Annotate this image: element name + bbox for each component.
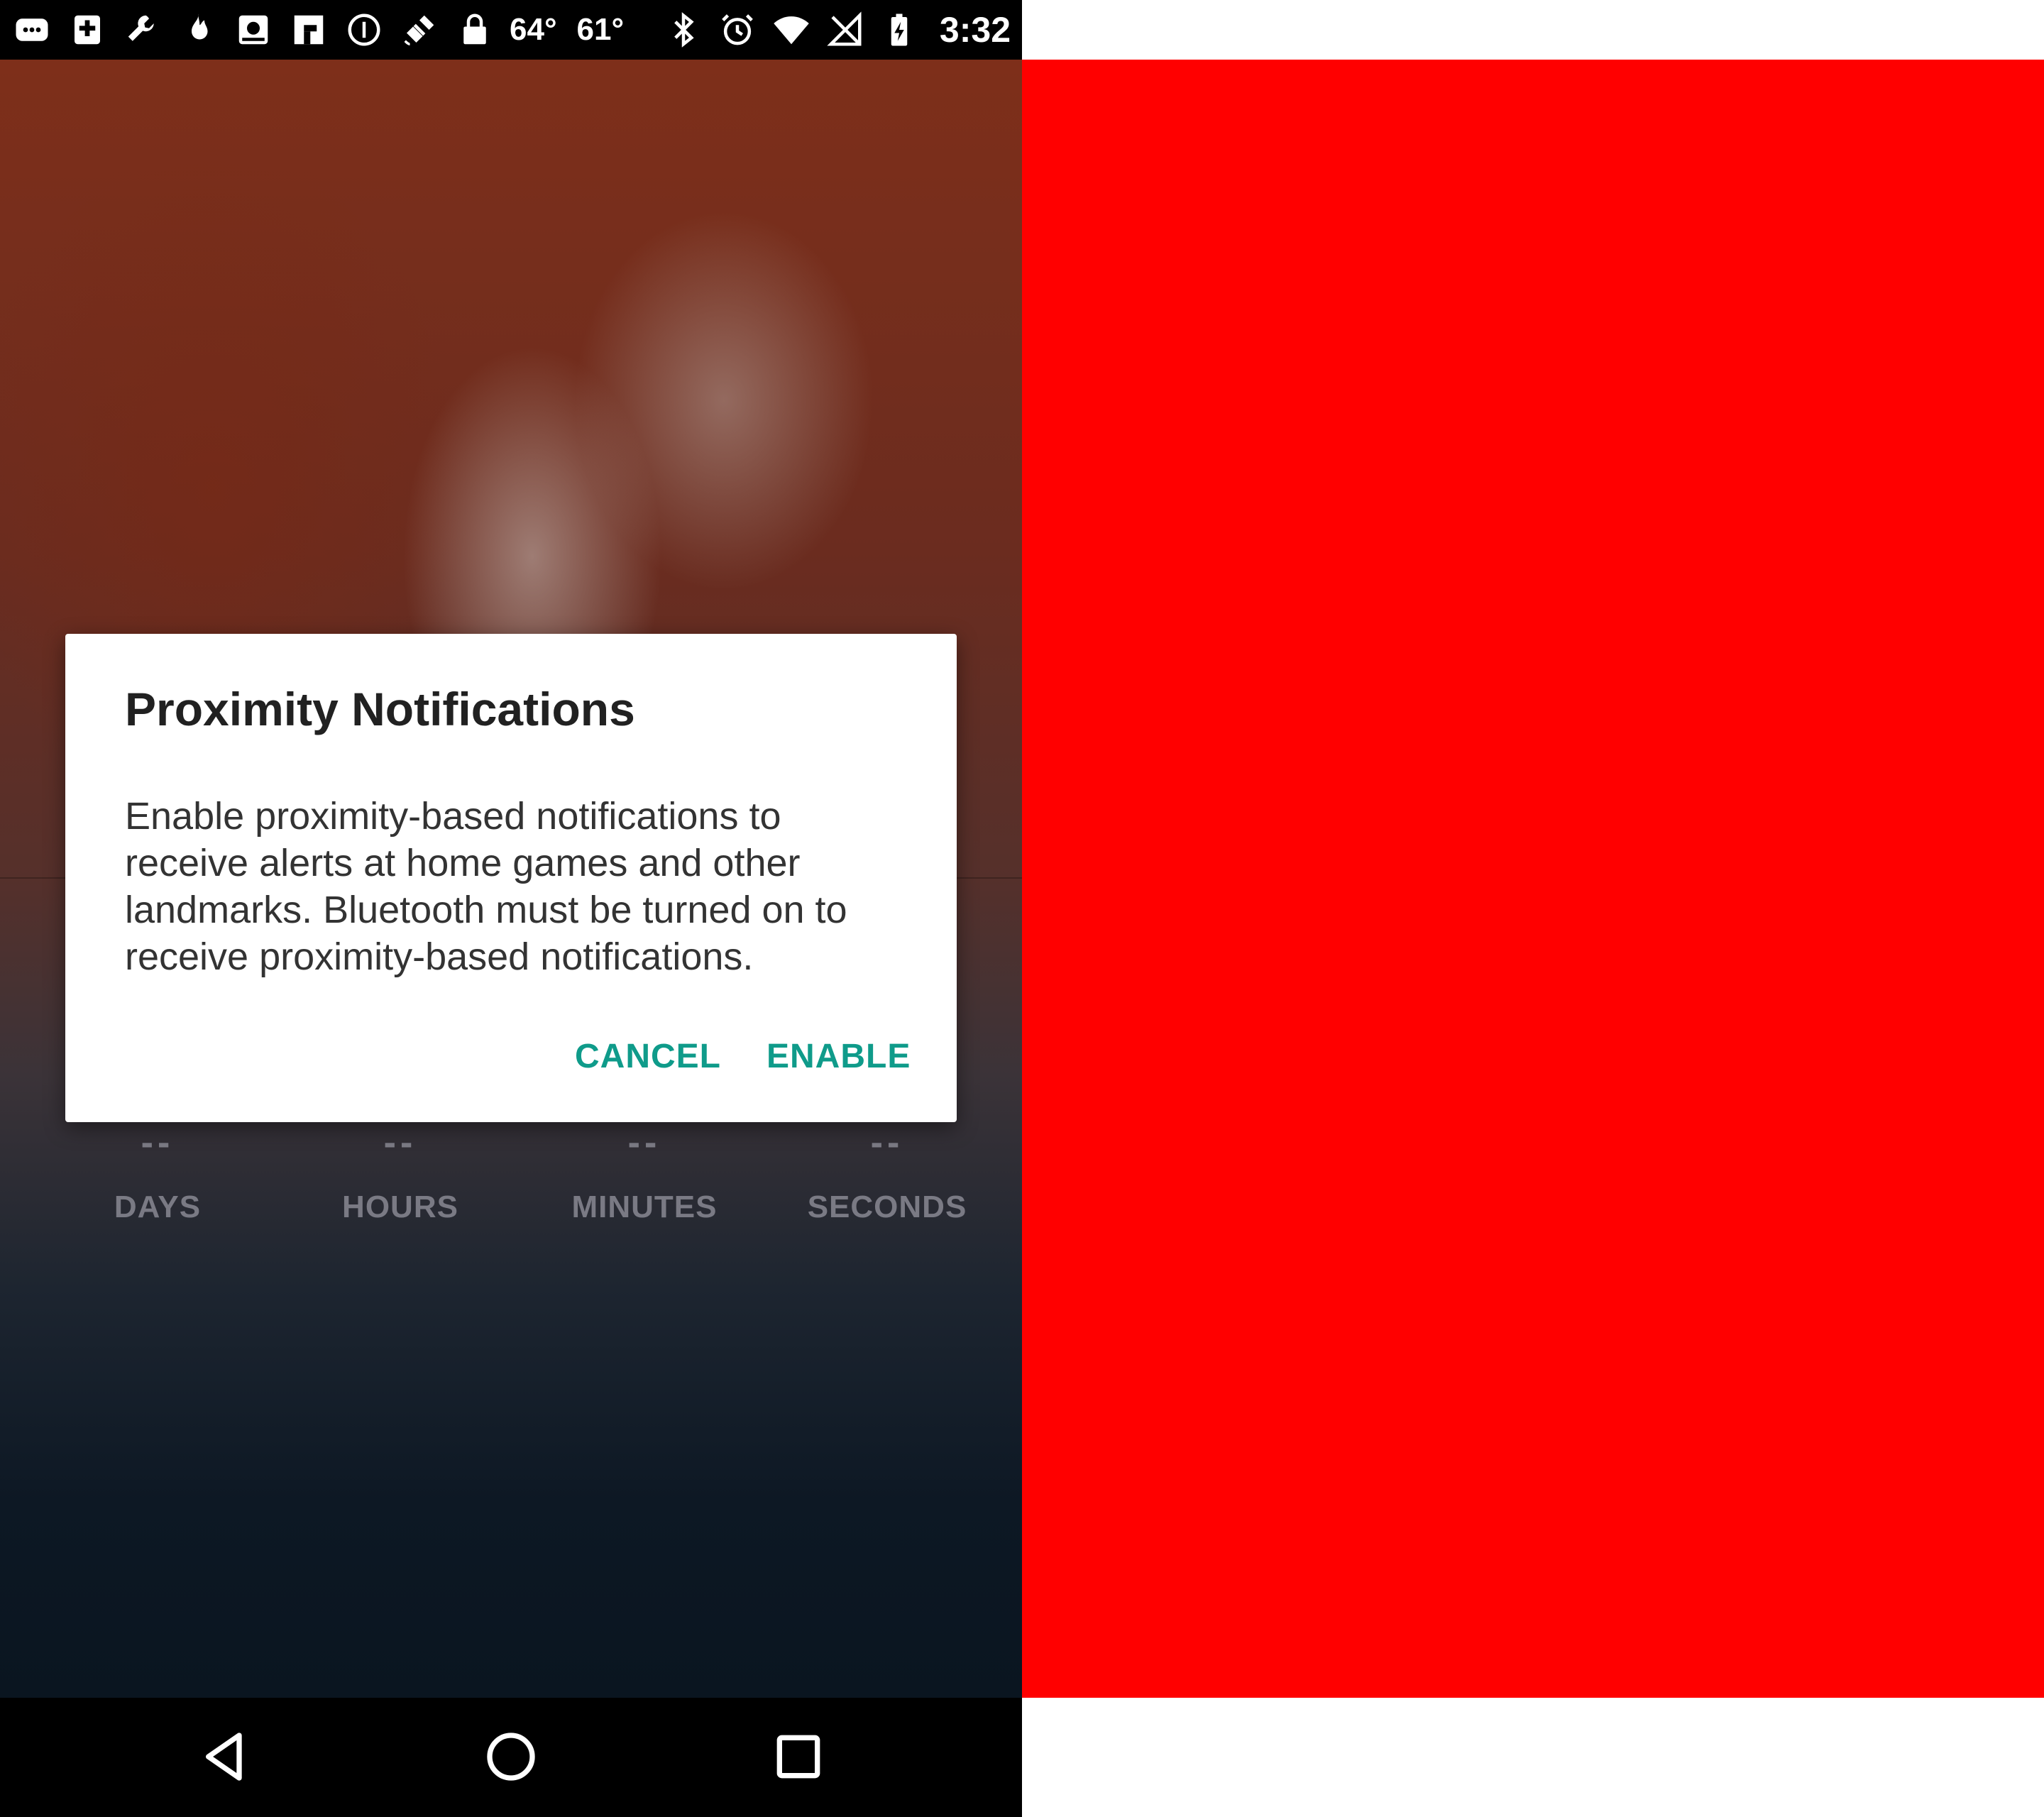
lock-icon <box>454 9 495 50</box>
countdown-seconds: -- SECONDS <box>795 1122 979 1225</box>
days-value: -- <box>141 1122 175 1163</box>
fake-gps-satellite-icon <box>399 9 440 50</box>
status-bar: 64° 61° 3:32 <box>0 0 1022 60</box>
dialog-title: Proximity Notifications <box>125 683 635 735</box>
clock: 3:32 <box>939 10 1011 50</box>
days-label: DAYS <box>114 1190 202 1224</box>
red-panel <box>1022 60 2044 1698</box>
hours-value: -- <box>383 1122 417 1163</box>
flipboard-icon <box>288 9 329 50</box>
no-signal-icon <box>825 9 866 50</box>
battery-charging-icon <box>879 9 920 50</box>
medical-plus-icon <box>67 9 108 50</box>
photo-icon <box>233 9 274 50</box>
wifi-icon <box>771 9 812 50</box>
alarm-icon <box>717 9 758 50</box>
temperature-1: 64° <box>510 12 557 47</box>
navigation-bar <box>0 1698 1022 1817</box>
bluetooth-icon <box>663 9 704 50</box>
enable-button[interactable]: ENABLE <box>766 1037 911 1076</box>
recents-icon <box>776 1735 820 1779</box>
minutes-label: MINUTES <box>571 1190 718 1224</box>
dialog-message: Enable proximity-based notifications to … <box>125 795 847 978</box>
back-button[interactable] <box>193 1725 257 1789</box>
wrench-icon <box>122 9 163 50</box>
info-circle-icon <box>344 9 385 50</box>
hours-label: HOURS <box>342 1190 458 1224</box>
countdown-hours: -- HOURS <box>308 1122 493 1225</box>
cancel-button[interactable]: CANCEL <box>575 1037 721 1076</box>
seconds-label: SECONDS <box>807 1190 967 1224</box>
back-icon <box>206 1733 242 1781</box>
minutes-value: -- <box>627 1122 661 1163</box>
temperature-2: 61° <box>576 12 625 47</box>
recents-button[interactable] <box>766 1725 830 1789</box>
home-button[interactable] <box>479 1725 543 1789</box>
countdown-days: -- DAYS <box>65 1122 250 1225</box>
flame-icon <box>177 9 219 50</box>
phone-screen: 64° 61° 3:32 -- DAYS -- HOURS -- MINUTES… <box>0 0 1022 1817</box>
proximity-notifications-dialog: Proximity Notifications Enable proximity… <box>65 634 957 1122</box>
countdown-minutes: -- MINUTES <box>552 1122 737 1225</box>
seconds-value: -- <box>870 1122 904 1163</box>
home-icon <box>487 1733 535 1781</box>
messages-icon <box>11 9 53 50</box>
